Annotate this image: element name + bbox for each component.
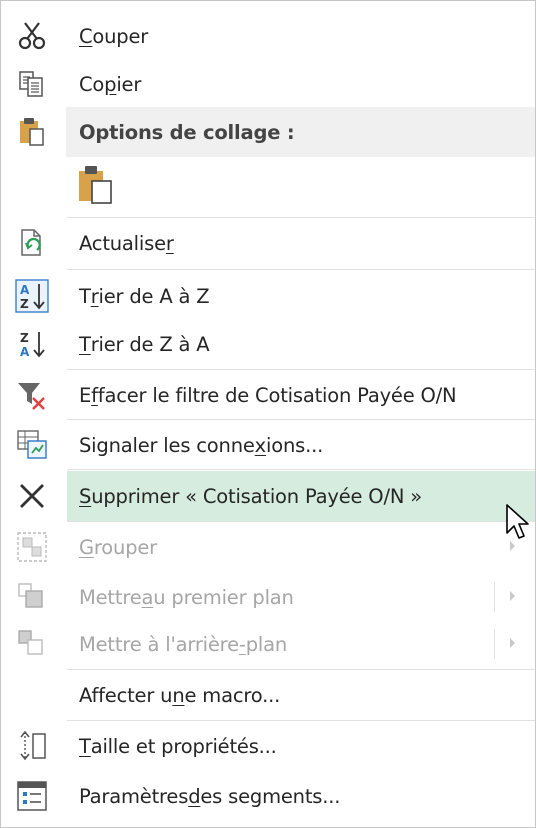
paste-icon <box>79 166 112 204</box>
separator <box>67 269 535 270</box>
submenu-arrow-icon <box>510 638 515 648</box>
menu-item-group[interactable]: Grouper <box>1 522 535 572</box>
size-properties-icon <box>20 730 46 761</box>
delete-x-icon <box>20 484 44 508</box>
svg-text:A: A <box>20 345 30 359</box>
menu-item-sort-za[interactable]: Z A Trier de Z à A <box>1 319 535 369</box>
menu-item-size-properties[interactable]: Taille et propriétés... <box>1 721 535 771</box>
connections-icon <box>17 430 47 459</box>
refresh-icon <box>21 229 41 256</box>
svg-text:A: A <box>20 283 30 297</box>
menu-item-slicer-settings[interactable]: Paramètres d es segments... <box>1 771 535 821</box>
menu-item-clear-filter[interactable]: Ef facer le filtre de Cotisation Payée O/… <box>1 370 535 420</box>
slicer-settings-icon <box>17 781 47 811</box>
menu-item-cut[interactable]: Couper <box>1 11 535 61</box>
submenu-arrow-icon <box>510 591 515 601</box>
separator <box>67 469 535 470</box>
clipboard-icon <box>20 118 44 146</box>
split-divider <box>494 629 495 659</box>
send-to-back-icon <box>18 630 43 655</box>
sort-ascending-icon: A Z <box>15 279 49 313</box>
menu-item-label: Mettre à l'arrière - plan <box>79 632 288 656</box>
menu-item-sort-az[interactable]: A Z Tr ier de A à Z <box>1 271 535 321</box>
menu-item-label: Tr ier de A à Z <box>79 284 210 308</box>
menu-item-report-connections[interactable]: Signaler les conne x ions... <box>1 420 535 470</box>
menu-item-copy[interactable]: Co p ier <box>1 59 535 109</box>
menu-item-delete[interactable]: Supprimer « Cotisation Payée O/N » <box>67 471 535 521</box>
svg-text:Z: Z <box>20 297 29 311</box>
menu-item-label: Couper <box>79 24 149 48</box>
sort-descending-icon: Z A <box>20 331 45 359</box>
menu-item-assign-macro[interactable]: Affecter une macro... <box>1 670 535 720</box>
paste-options-label: Options de collage : <box>79 120 295 144</box>
paste-options-header: Options de collage : <box>66 107 535 157</box>
mouse-cursor-icon <box>506 504 529 539</box>
menu-item-label: Supprimer « Cotisation Payée O/N » <box>79 484 422 508</box>
scissors-icon <box>18 22 46 50</box>
menu-item-label: Taille et propriétés... <box>79 734 277 758</box>
menu-item-label: Grouper <box>79 535 157 559</box>
menu-item-label: Actualise r <box>79 231 174 255</box>
menu-item-label: Mettre au premier plan <box>79 585 294 609</box>
menu-item-label: Affecter une macro... <box>79 683 281 707</box>
menu-item-label: Signaler les conne x ions... <box>79 433 324 457</box>
menu-item-label: Paramètres d es segments... <box>79 784 341 808</box>
svg-text:Z: Z <box>20 331 29 345</box>
menu-item-label: Co p ier <box>79 72 142 96</box>
bring-to-front-icon <box>18 583 43 608</box>
context-menu: Couper Co p ier Options de collage : Act… <box>0 0 536 828</box>
menu-item-label: Trier de Z à A <box>79 332 210 356</box>
paste-button[interactable] <box>71 159 121 211</box>
menu-item-refresh[interactable]: Actualise r <box>1 218 535 268</box>
clear-filter-icon <box>18 383 45 410</box>
menu-item-send-to-back[interactable]: Mettre à l'arrière - plan <box>1 619 535 669</box>
group-icon <box>17 532 47 562</box>
split-divider <box>494 582 495 612</box>
menu-item-label: Ef facer le filtre de Cotisation Payée O/… <box>79 383 457 407</box>
copy-icon <box>19 71 43 97</box>
menu-item-bring-to-front[interactable]: Mettre au premier plan <box>1 572 535 622</box>
